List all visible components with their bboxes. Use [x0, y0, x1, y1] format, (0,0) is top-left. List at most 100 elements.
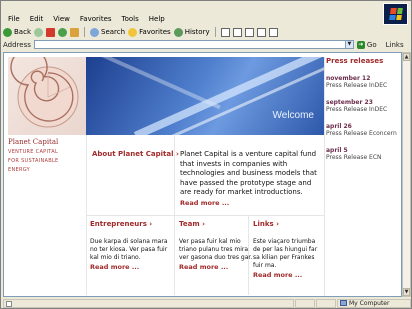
menu-help[interactable]: Help: [144, 15, 170, 23]
menu-edit[interactable]: Edit: [25, 15, 49, 23]
links-text: Este viaçaro triumba de per las hiungui …: [253, 238, 318, 269]
press-text[interactable]: Press Release InDEC: [326, 106, 401, 113]
welcome-text: Welcome: [272, 110, 315, 121]
go-button[interactable]: ➜ Go: [356, 40, 377, 49]
status-segment: [295, 298, 315, 308]
windows-logo-icon: [383, 3, 408, 25]
press-item[interactable]: september 23 Press Release InDEC: [326, 99, 401, 113]
page-viewport: Planet Capital Venture capital for susta…: [3, 52, 402, 297]
chevron-down-icon[interactable]: ▼: [344, 41, 353, 48]
forward-arrow-icon: [34, 27, 43, 37]
favorites-label: Favorites: [139, 28, 171, 36]
discuss-icon[interactable]: [256, 27, 266, 37]
toolbar-divider: [214, 27, 216, 37]
scroll-down-icon[interactable]: ▼: [403, 288, 410, 296]
menu-tools[interactable]: Tools: [117, 15, 144, 23]
search-label: Search: [101, 28, 126, 36]
hero-beam: [154, 61, 324, 135]
team-heading-label: Team: [179, 220, 200, 228]
print-icon[interactable]: [232, 27, 242, 37]
zone-label: My Computer: [349, 299, 390, 307]
tagline-line-1: Venture capital: [8, 149, 59, 155]
chevron-right-icon: ›: [175, 150, 179, 158]
edit-icon[interactable]: [244, 27, 254, 37]
team-column: Team › Ver pasa fuir kal mio triano pula…: [179, 220, 257, 271]
team-text: Ver pasa fuir kal mio triano pulanu tres…: [179, 238, 253, 261]
press-divider: [324, 57, 325, 296]
status-segment: [316, 298, 336, 308]
entrepreneurs-heading[interactable]: Entrepreneurs ›: [90, 220, 168, 228]
press-title: Press releases: [326, 57, 384, 65]
address-input[interactable]: ▼: [33, 40, 354, 49]
press-date: april 26: [326, 123, 352, 130]
vertical-scrollbar[interactable]: ▲ ▼: [402, 52, 411, 297]
tagline-line-3: energy: [8, 167, 31, 173]
about-body: Planet Capital is a venture capital fund…: [180, 150, 320, 208]
entrepreneurs-text: Due karpa di solana mara no ter kiosa. V…: [90, 238, 168, 261]
back-button[interactable]: Back: [3, 27, 31, 37]
search-icon: [90, 27, 99, 37]
tagline-line-2: for sustainable: [8, 158, 59, 164]
entrepreneurs-column: Entrepreneurs › Due karpa di solana mara…: [90, 220, 168, 271]
read-more-link[interactable]: Read more ...: [179, 263, 257, 271]
favorites-icon: [128, 27, 138, 37]
history-icon: [173, 27, 183, 37]
toolbar: Back Search Favorites History: [3, 26, 411, 38]
links-column: Links › Este viaçaro triumba de per las …: [253, 220, 321, 279]
brand-column: Planet Capital Venture capital for susta…: [8, 53, 87, 175]
press-item[interactable]: april 26 Press Release Econcern: [326, 123, 401, 137]
nautilus-shell-image: [8, 53, 86, 135]
press-text[interactable]: Press Release Econcern: [326, 130, 401, 137]
mail-icon[interactable]: [220, 27, 230, 37]
chevron-right-icon: ›: [276, 220, 279, 228]
menu-favorites[interactable]: Favorites: [75, 15, 117, 23]
forward-button[interactable]: [34, 27, 43, 37]
messenger-icon[interactable]: [268, 27, 278, 37]
press-text[interactable]: Press Release InDEC: [326, 82, 401, 89]
status-bar: My Computer: [3, 298, 411, 308]
links-heading-label: Links: [253, 220, 274, 228]
search-button[interactable]: Search: [90, 27, 126, 37]
about-text: Planet Capital is a venture capital fund…: [180, 150, 317, 196]
press-releases: Press releases november 12 Press Release…: [326, 57, 401, 171]
read-more-link[interactable]: Read more ...: [90, 263, 168, 271]
brand-tagline: Venture capital for sustainable energy: [8, 148, 87, 175]
hero-banner: Welcome: [86, 57, 324, 135]
toolbar-divider: [84, 27, 85, 37]
about-heading[interactable]: About Planet Capital ›: [92, 150, 179, 158]
press-item[interactable]: november 12 Press Release InDEC: [326, 75, 401, 89]
security-zone: My Computer: [337, 298, 411, 308]
hero-beam: [133, 57, 324, 135]
home-icon[interactable]: [70, 27, 79, 37]
history-label: History: [184, 28, 210, 36]
go-label: Go: [366, 40, 377, 49]
address-bar: Address ▼ ➜ Go Links: [3, 39, 411, 50]
read-more-link[interactable]: Read more ...: [253, 271, 321, 279]
press-item[interactable]: april 5 Press Release ECN: [326, 147, 401, 161]
chevron-right-icon: ›: [202, 220, 205, 228]
menu-view[interactable]: View: [48, 15, 75, 23]
my-computer-icon: [340, 300, 347, 306]
brand-name: Planet Capital: [8, 138, 59, 146]
press-date: november 12: [326, 75, 371, 82]
entrepreneurs-heading-label: Entrepreneurs: [90, 220, 147, 228]
back-label: Back: [14, 28, 31, 36]
menu-bar: File Edit View Favorites Tools Help: [3, 13, 383, 25]
about-heading-label: About Planet Capital: [92, 150, 174, 158]
browser-window: File Edit View Favorites Tools Help Back…: [0, 0, 412, 309]
links-heading[interactable]: Links ›: [253, 220, 321, 228]
history-button[interactable]: History: [173, 27, 210, 37]
team-heading[interactable]: Team ›: [179, 220, 257, 228]
links-button[interactable]: Links: [386, 41, 404, 49]
scroll-up-icon[interactable]: ▲: [403, 53, 410, 61]
read-more-link[interactable]: Read more ...: [180, 199, 320, 209]
press-date: september 23: [326, 99, 373, 106]
chevron-right-icon: ›: [149, 220, 153, 228]
press-text[interactable]: Press Release ECN: [326, 154, 401, 161]
menu-file[interactable]: File: [3, 15, 25, 23]
favorites-button[interactable]: Favorites: [128, 27, 171, 37]
stop-icon[interactable]: [46, 27, 55, 37]
back-arrow-icon: [3, 27, 12, 37]
address-label: Address: [3, 40, 31, 49]
refresh-icon[interactable]: [58, 27, 67, 37]
